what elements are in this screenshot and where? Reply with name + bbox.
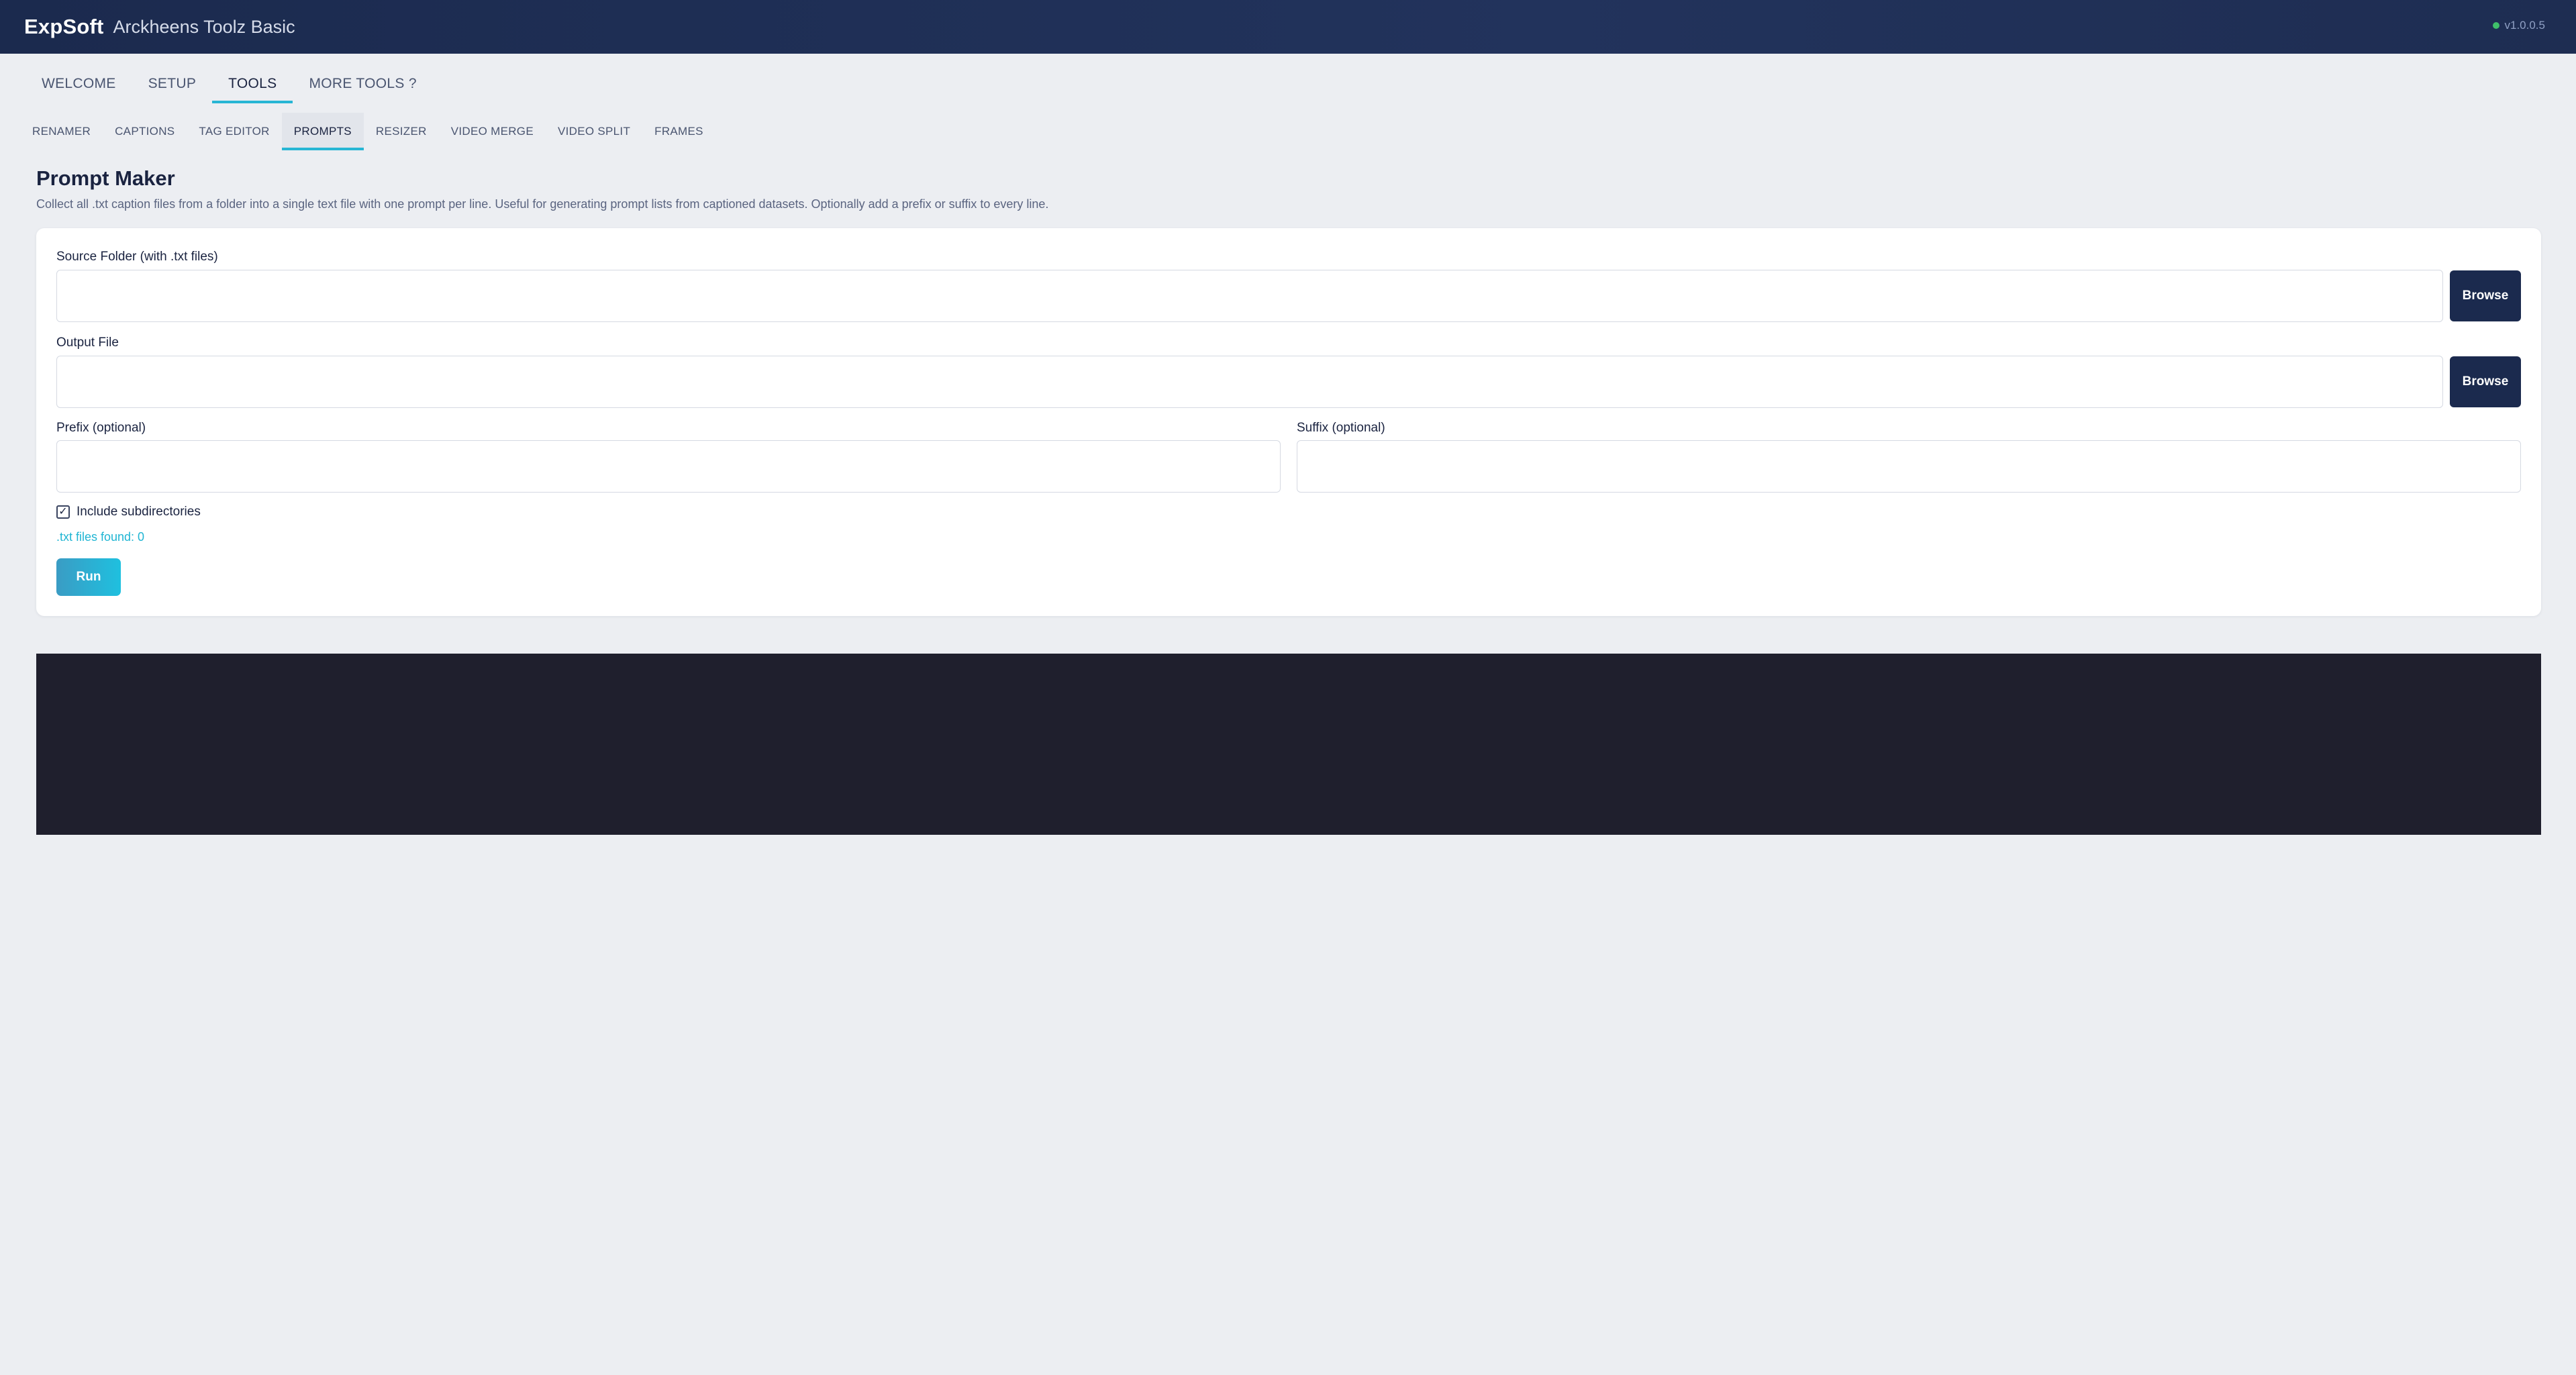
tab-welcome[interactable]: WELCOME (26, 62, 132, 103)
tab-more-tools[interactable]: MORE TOOLS ? (293, 62, 432, 103)
subtab-resizer[interactable]: RESIZER (364, 113, 439, 150)
subtab-prompts[interactable]: PROMPTS (281, 113, 364, 150)
output-browse-button[interactable]: Browse (2450, 356, 2521, 407)
output-file-input[interactable] (56, 356, 2443, 408)
source-browse-button[interactable]: Browse (2450, 270, 2521, 321)
source-folder-label: Source Folder (with .txt files) (56, 250, 218, 264)
suffix-input[interactable] (1297, 440, 2521, 493)
brand-logo: ExpSoft (24, 15, 104, 38)
subtab-video-split[interactable]: VIDEO SPLIT (546, 113, 642, 150)
include-subdirectories-option[interactable]: ✓ Include subdirectories (56, 505, 201, 519)
app-header: ExpSoft Arckheens Toolz Basic v1.0.0.5 (0, 0, 2576, 54)
app-name: Arckheens Toolz Basic (113, 16, 295, 37)
source-folder-input[interactable] (56, 270, 2443, 322)
version-label: v1.0.0.5 (2504, 19, 2546, 32)
subtab-frames[interactable]: FRAMES (642, 113, 715, 150)
tab-tools[interactable]: TOOLS (212, 62, 293, 103)
subtab-tag-editor[interactable]: TAG EDITOR (187, 113, 281, 150)
include-subdirectories-checkbox[interactable]: ✓ (56, 505, 70, 519)
prefix-input[interactable] (56, 440, 1281, 493)
subtab-video-merge[interactable]: VIDEO MERGE (439, 113, 546, 150)
page-title: Prompt Maker (36, 166, 175, 190)
page-description: Collect all .txt caption files from a fo… (36, 197, 1049, 211)
files-found-count: .txt files found: 0 (56, 530, 145, 544)
prefix-label: Prefix (optional) (56, 421, 146, 435)
status-dot-icon (2492, 22, 2499, 29)
subtab-renamer[interactable]: RENAMER (20, 113, 103, 150)
output-file-label: Output File (56, 336, 119, 350)
include-subdirectories-label: Include subdirectories (77, 505, 201, 519)
run-button[interactable]: Run (56, 558, 121, 596)
tools-sub-tabs: RENAMER CAPTIONS TAG EDITOR PROMPTS RESI… (20, 113, 715, 150)
prompt-maker-form: Source Folder (with .txt files) Browse O… (36, 228, 2541, 616)
version-indicator: v1.0.0.5 (2492, 19, 2546, 32)
main-tabs: WELCOME SETUP TOOLS MORE TOOLS ? (26, 62, 433, 103)
subtab-captions[interactable]: CAPTIONS (103, 113, 187, 150)
tab-setup[interactable]: SETUP (132, 62, 213, 103)
output-console (36, 654, 2541, 835)
suffix-label: Suffix (optional) (1297, 421, 1385, 435)
